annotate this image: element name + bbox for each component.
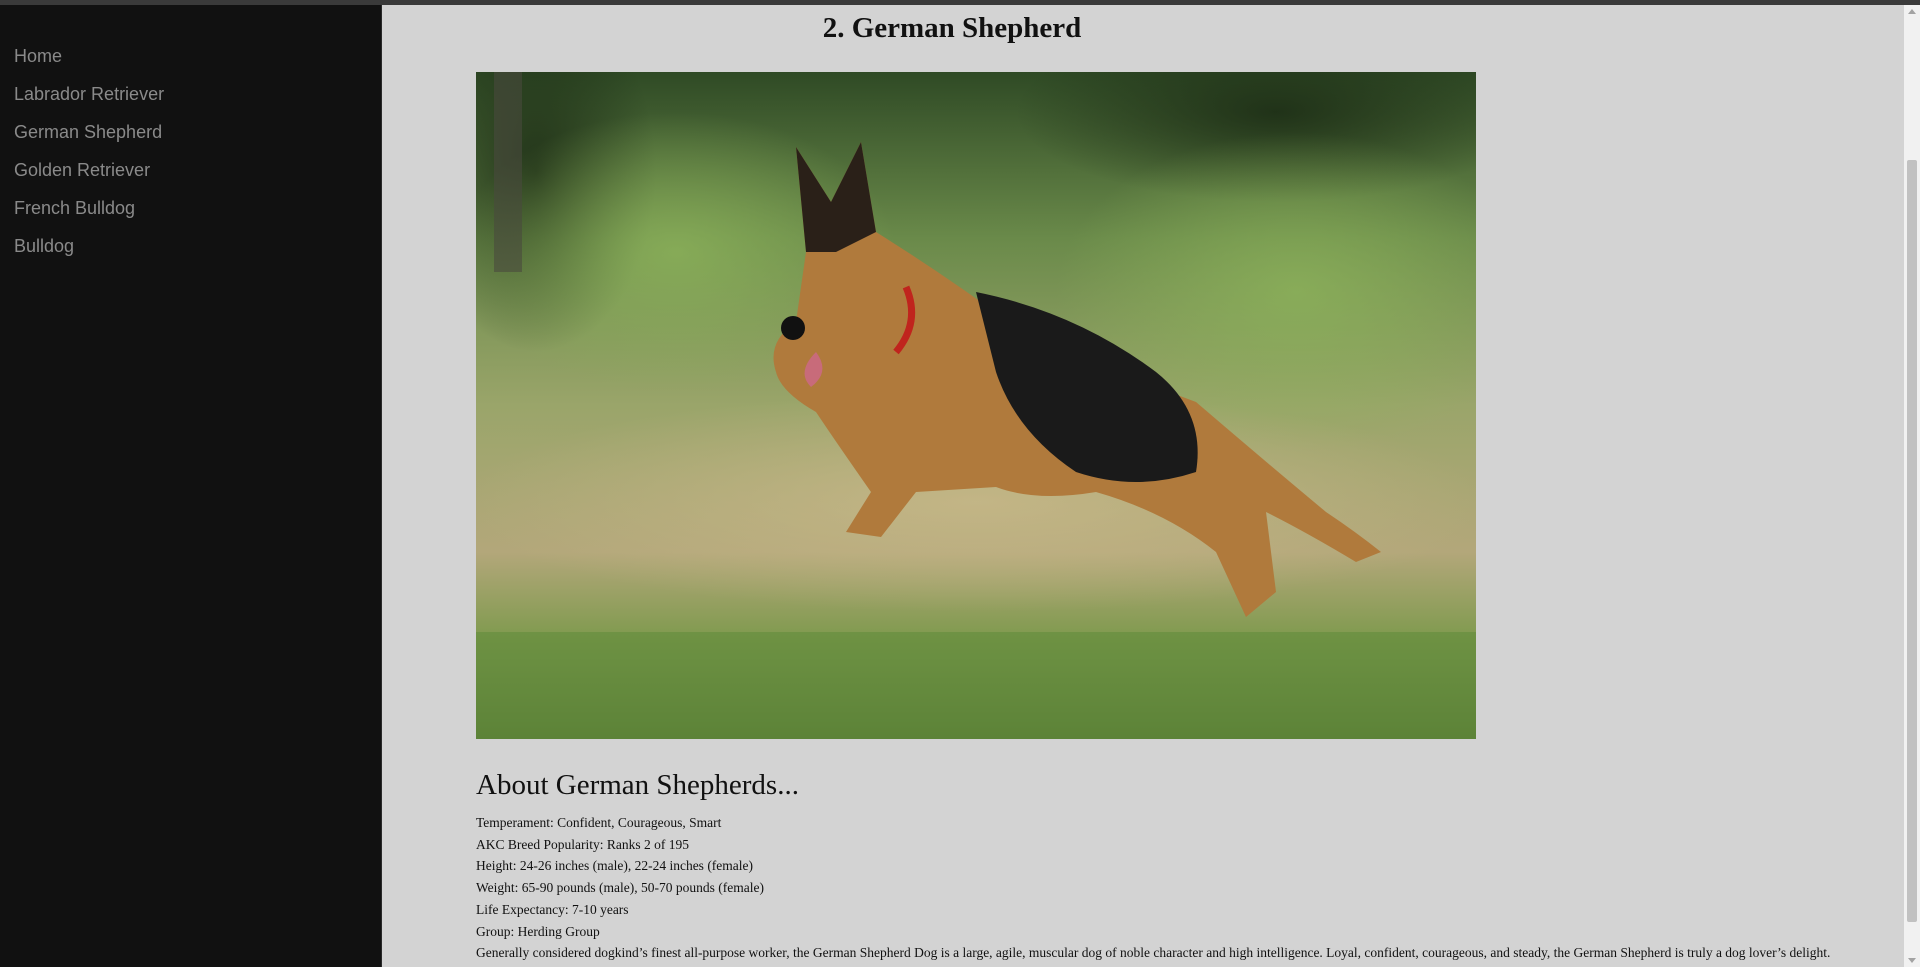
fact-weight: Weight: 65-90 pounds (male), 50-70 pound…	[476, 880, 764, 896]
scroll-up-arrow-icon[interactable]	[1908, 9, 1916, 14]
nav-item-home[interactable]: Home	[0, 37, 381, 75]
fact-group: Group: Herding Group	[476, 923, 600, 939]
sidebar: Home Labrador Retriever German Shepherd …	[0, 5, 382, 967]
scroll-down-arrow-icon[interactable]	[1908, 958, 1916, 963]
fact-height: Height: 24-26 inches (male), 22-24 inche…	[476, 858, 754, 874]
nav-item-french-bulldog[interactable]: French Bulldog	[0, 189, 381, 227]
sidebar-nav: Home Labrador Retriever German Shepherd …	[0, 37, 381, 265]
nav-item-bulldog[interactable]: Bulldog	[0, 227, 381, 265]
breed-facts: Temperament: Confident, Courageous, Smar…	[476, 812, 1876, 964]
fact-popularity: AKC Breed Popularity: Ranks 2 of 195	[476, 836, 689, 852]
page-title: 2. German Shepherd	[822, 12, 1082, 44]
german-shepherd-photo	[476, 72, 1476, 739]
breed-description: Generally considered dogkind’s finest al…	[476, 945, 1831, 961]
about-heading: About German Shepherds...	[476, 769, 799, 801]
nav-item-golden-retriever[interactable]: Golden Retriever	[0, 151, 381, 189]
main-content: 2. German Shepherd About German Shepherd…	[382, 5, 1904, 967]
scroll-thumb[interactable]	[1907, 160, 1917, 922]
fact-temperament: Temperament: Confident, Courageous, Smar…	[476, 815, 722, 830]
fact-life-expectancy: Life Expectancy: 7-10 years	[476, 901, 629, 917]
nav-item-german-shepherd[interactable]: German Shepherd	[0, 113, 381, 151]
vertical-scrollbar[interactable]	[1904, 5, 1920, 967]
nav-item-labrador-retriever[interactable]: Labrador Retriever	[0, 75, 381, 113]
